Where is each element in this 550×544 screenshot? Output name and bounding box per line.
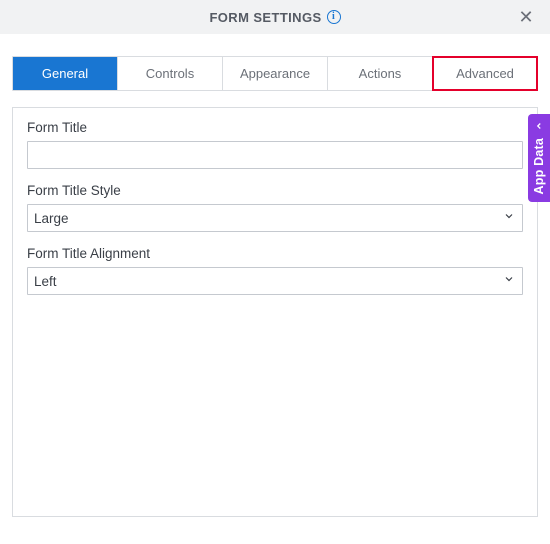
close-icon: ✕: [518, 7, 533, 28]
form-title-alignment-select[interactable]: Left: [27, 267, 523, 295]
form-title-alignment-label: Form Title Alignment: [27, 246, 523, 261]
form-title-alignment-select-wrap: Left: [27, 267, 523, 295]
dialog-title: FORM SETTINGS: [209, 10, 321, 25]
tab-controls[interactable]: Controls: [118, 57, 223, 90]
form-title-label: Form Title: [27, 120, 523, 135]
tab-bar: General Controls Appearance Actions Adva…: [0, 34, 550, 91]
app-data-side-label: App Data: [532, 138, 546, 194]
tab-general[interactable]: General: [13, 57, 118, 90]
field-form-title-alignment: Form Title Alignment Left: [27, 246, 523, 295]
app-data-side-tab[interactable]: App Data: [528, 114, 550, 202]
field-form-title-style: Form Title Style Large: [27, 183, 523, 232]
tabs: General Controls Appearance Actions Adva…: [12, 56, 538, 91]
dialog-title-group: FORM SETTINGS i: [209, 10, 340, 25]
close-button[interactable]: ✕: [512, 0, 540, 34]
field-form-title: Form Title: [27, 120, 523, 169]
form-title-style-label: Form Title Style: [27, 183, 523, 198]
form-title-style-select-wrap: Large: [27, 204, 523, 232]
dialog-header: FORM SETTINGS i ✕: [0, 0, 550, 34]
chevron-left-icon: [534, 120, 544, 134]
form-title-input[interactable]: [27, 141, 523, 169]
tab-appearance[interactable]: Appearance: [223, 57, 328, 90]
tab-advanced[interactable]: Advanced: [433, 57, 537, 90]
info-icon[interactable]: i: [327, 10, 341, 24]
form-title-style-select[interactable]: Large: [27, 204, 523, 232]
tab-actions[interactable]: Actions: [328, 57, 433, 90]
form-content: Form Title Form Title Style Large Form T…: [12, 107, 538, 517]
